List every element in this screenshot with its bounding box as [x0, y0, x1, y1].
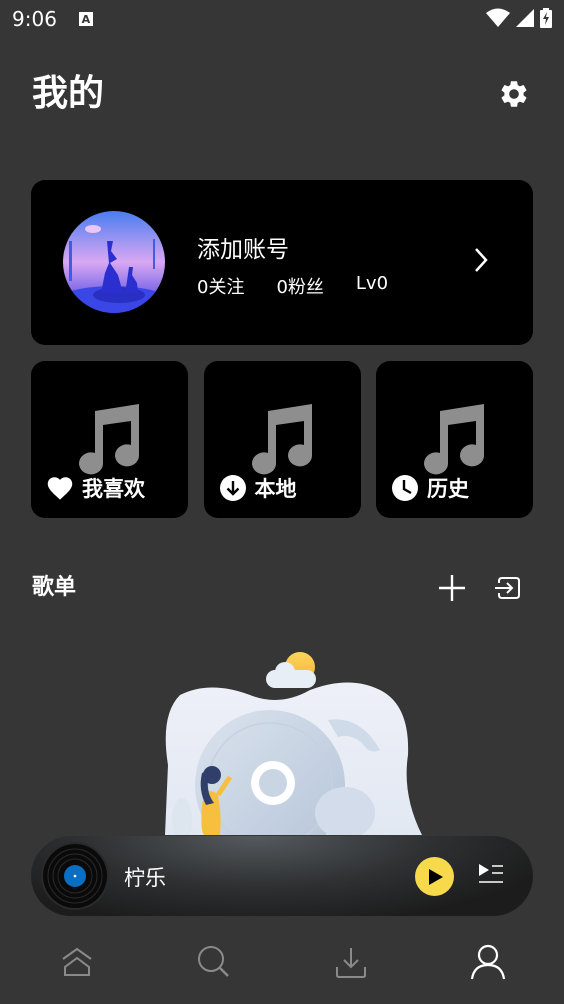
home-icon	[61, 947, 92, 976]
chevron-right-icon[interactable]	[473, 246, 489, 274]
level-badge: Lv0	[355, 273, 389, 294]
followers-count[interactable]: 0粉丝	[276, 273, 323, 299]
music-note-icon	[251, 404, 312, 475]
play-icon	[428, 868, 443, 885]
shortcut-favorites[interactable]: 我喜欢	[31, 361, 188, 518]
profile-stats: 0关注 0粉丝 Lv0	[197, 273, 420, 299]
download-circle-icon	[219, 475, 246, 501]
music-note-icon	[79, 404, 139, 475]
search-icon	[197, 946, 229, 977]
signal-icon	[516, 9, 534, 27]
empty-playlist-illustration	[165, 652, 422, 835]
battery-charging-icon	[540, 8, 552, 28]
nav-profile[interactable]	[453, 932, 523, 992]
mini-player[interactable]: 柠乐	[31, 836, 533, 916]
play-button[interactable]	[415, 857, 454, 896]
clock-icon	[392, 475, 418, 501]
a-icon: A	[78, 12, 93, 26]
header: 我的	[32, 68, 532, 120]
shortcut-local[interactable]: 本地	[203, 361, 361, 518]
nav-home[interactable]	[42, 932, 112, 992]
following-count[interactable]: 0关注	[197, 273, 244, 299]
nav-download[interactable]	[316, 932, 386, 992]
gear-icon	[501, 81, 527, 107]
music-note-icon	[424, 404, 484, 475]
bottom-nav	[0, 930, 564, 994]
nav-search[interactable]	[179, 932, 249, 992]
shortcut-history[interactable]: 历史	[376, 361, 533, 518]
status-bar: 9:06 A	[0, 0, 564, 38]
vinyl-disc-icon	[41, 842, 109, 910]
profile-name: 添加账号	[197, 237, 289, 263]
profile-card[interactable]: 添加账号 0关注 0粉丝 Lv0	[31, 180, 533, 345]
download-icon	[335, 948, 366, 978]
wifi-icon	[486, 8, 510, 27]
shortcut-label: 本地	[254, 477, 297, 501]
status-time: 9:06	[12, 7, 57, 31]
playlist-icon[interactable]	[475, 860, 507, 892]
settings-button[interactable]	[496, 76, 532, 112]
avatar[interactable]	[63, 211, 165, 313]
shortcut-label: 我喜欢	[82, 477, 145, 501]
plus-icon[interactable]	[436, 572, 468, 604]
page-title: 我的	[32, 73, 105, 114]
song-title: 柠乐	[124, 866, 166, 890]
shortcut-label: 历史	[427, 477, 469, 501]
heart-icon	[47, 477, 73, 500]
status-icons	[486, 8, 552, 28]
shortcuts: 我喜欢 本地 历史	[31, 361, 533, 518]
playlist-header: 歌单	[32, 568, 532, 608]
user-icon	[470, 944, 505, 980]
import-icon[interactable]	[492, 572, 524, 604]
